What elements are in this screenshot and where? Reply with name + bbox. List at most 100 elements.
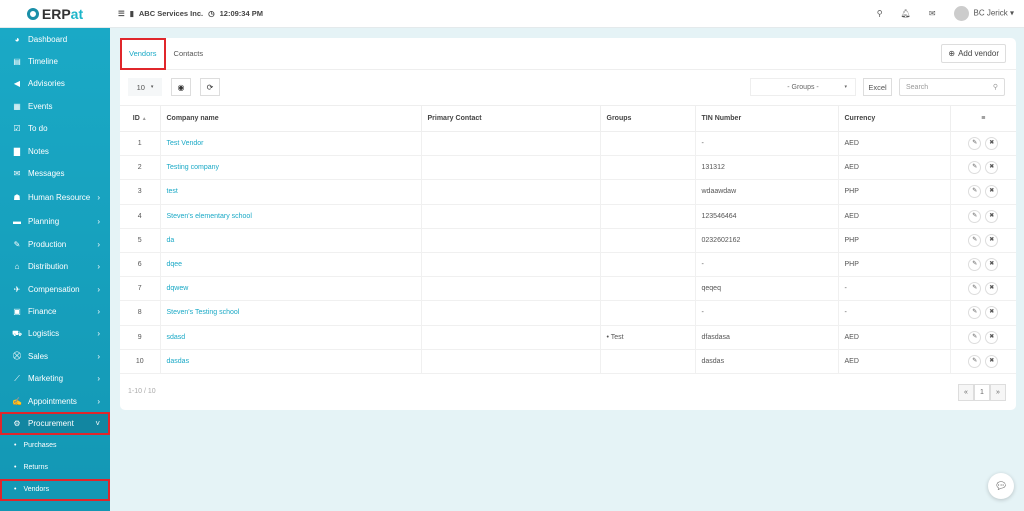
- refresh-button[interactable]: ⟳: [200, 78, 220, 96]
- cell-groups: • Test: [600, 325, 696, 350]
- sidebar-item-dashboard[interactable]: ◕ Dashboard: [0, 28, 110, 50]
- cell-company: Test Vendor: [160, 131, 422, 157]
- company-link[interactable]: test: [167, 188, 178, 195]
- sidebar-item-icon: ✈: [13, 284, 21, 294]
- sidebar-item-marketing[interactable]: ⟋ Marketing ›: [0, 367, 110, 389]
- company-link[interactable]: Steven's elementary school: [167, 213, 252, 220]
- user-menu[interactable]: BC Jerick ▾: [953, 6, 1014, 21]
- col-id[interactable]: ID ▲: [120, 105, 161, 132]
- sidebar-subitem-vendors[interactable]: • Vendors: [0, 478, 110, 501]
- tab-contacts[interactable]: Contacts: [166, 38, 212, 70]
- edit-icon[interactable]: ✎: [968, 233, 982, 247]
- sidebar-item-events[interactable]: ▦ Events: [0, 95, 110, 117]
- company-link[interactable]: dasdas: [167, 358, 190, 365]
- sidebar-item-finance[interactable]: ▣ Finance ›: [0, 300, 110, 322]
- col-tin[interactable]: TIN Number: [695, 105, 839, 132]
- add-vendor-button[interactable]: ⊕ Add vendor: [941, 44, 1006, 63]
- cell-groups: [600, 179, 696, 205]
- sidebar-item-icon: ⌂: [14, 262, 20, 272]
- edit-icon[interactable]: ✎: [968, 185, 982, 199]
- company-link[interactable]: dqwew: [167, 285, 189, 292]
- col-groups[interactable]: Groups: [600, 105, 696, 132]
- prev-page-button[interactable]: «: [958, 384, 974, 401]
- sidebar-subitem-returns[interactable]: • Returns: [0, 457, 110, 479]
- company-link[interactable]: da: [167, 237, 175, 244]
- cell-tin: 131312: [695, 155, 839, 181]
- cell-primary-contact: [421, 252, 601, 278]
- tab-vendors[interactable]: Vendors: [120, 37, 166, 70]
- delete-icon[interactable]: ✖: [985, 306, 999, 320]
- menu-icon[interactable]: ≡: [950, 105, 1016, 132]
- edit-icon[interactable]: ✎: [968, 354, 982, 368]
- table-info: 1-10 / 10: [128, 388, 156, 395]
- delete-icon[interactable]: ✖: [985, 137, 999, 151]
- edit-icon[interactable]: ✎: [968, 209, 982, 223]
- search-icon[interactable]: ⚲: [877, 9, 883, 18]
- edit-icon[interactable]: ✎: [968, 282, 982, 296]
- delete-icon[interactable]: ✖: [985, 161, 999, 175]
- sidebar-item-procurement[interactable]: ⚙ Procurement ˅: [0, 412, 110, 435]
- sidebar-item-to-do[interactable]: ☑ To do: [0, 118, 110, 140]
- logo[interactable]: ERP at: [0, 0, 110, 28]
- company-link[interactable]: Test Vendor: [167, 140, 204, 147]
- sidebar-item-icon: ▤: [13, 57, 21, 67]
- search-input[interactable]: Search ⚲: [899, 78, 1005, 96]
- excel-button[interactable]: Excel: [863, 78, 892, 96]
- chevron-icon: ›: [97, 351, 100, 361]
- edit-icon[interactable]: ✎: [968, 137, 982, 151]
- chat-button[interactable]: 💬︎: [988, 473, 1014, 499]
- delete-icon[interactable]: ✖: [985, 354, 999, 368]
- sidebar-item-compensation[interactable]: ✈ Compensation ›: [0, 278, 110, 300]
- cell-actions: ✎ ✖: [950, 228, 1016, 253]
- cell-primary-contact: [421, 155, 601, 181]
- sidebar-item-icon: ☑: [13, 124, 21, 134]
- cell-id: 9: [120, 325, 161, 350]
- delete-icon[interactable]: ✖: [985, 185, 999, 199]
- edit-icon[interactable]: ✎: [968, 258, 982, 272]
- cell-currency: AED: [838, 131, 951, 157]
- sidebar-item-appointments[interactable]: ✍ Appointments ›: [0, 390, 110, 412]
- delete-icon[interactable]: ✖: [985, 233, 999, 247]
- cell-primary-contact: [421, 228, 601, 253]
- col-company[interactable]: Company name: [160, 105, 422, 132]
- sidebar-item-human-resource[interactable]: ☗ Human Resource ›: [0, 185, 110, 211]
- sidebar-item-advisories[interactable]: ◀ Advisories: [0, 73, 110, 95]
- sidebar-item-logistics[interactable]: ⛟ Logistics ›: [0, 323, 110, 345]
- sidebar-item-notes[interactable]: ▇ Notes: [0, 140, 110, 162]
- cell-company: test: [160, 179, 422, 205]
- company-link[interactable]: sdasd: [167, 334, 186, 341]
- table-row: 8 Steven's Testing school - - ✎ ✖: [120, 300, 1016, 326]
- edit-icon[interactable]: ✎: [968, 306, 982, 320]
- edit-icon[interactable]: ✎: [968, 161, 982, 175]
- sidebar-item-planning[interactable]: ▬ Planning ›: [0, 211, 110, 233]
- sidebar-item-timeline[interactable]: ▤ Timeline: [0, 50, 110, 72]
- sidebar-item-messages[interactable]: ✉ Messages: [0, 162, 110, 184]
- sidebar-item-distribution[interactable]: ⌂ Distribution ›: [0, 256, 110, 278]
- cell-groups: [600, 228, 696, 253]
- cell-groups: [600, 155, 696, 181]
- page-1-button[interactable]: 1: [974, 384, 990, 401]
- delete-icon[interactable]: ✖: [985, 330, 999, 344]
- page-length-select[interactable]: 10 ▾: [128, 78, 162, 96]
- company-link[interactable]: Testing company: [167, 164, 220, 171]
- sidebar-item-sales[interactable]: ⛒ Sales ›: [0, 345, 110, 367]
- company-link[interactable]: dqee: [167, 261, 183, 268]
- sidebar-subitem-purchases[interactable]: • Purchases: [0, 435, 110, 457]
- bell-icon[interactable]: 🔔︎: [901, 9, 911, 18]
- cell-tin: -: [695, 252, 839, 278]
- col-currency[interactable]: Currency: [838, 105, 951, 132]
- col-primary-contact[interactable]: Primary Contact: [421, 105, 601, 132]
- menu-toggle-icon[interactable]: ☰: [118, 9, 125, 18]
- delete-icon[interactable]: ✖: [985, 209, 999, 223]
- next-page-button[interactable]: »: [990, 384, 1006, 401]
- sidebar-item-production[interactable]: ✎ Production ›: [0, 233, 110, 255]
- mail-icon[interactable]: ✉: [929, 9, 936, 18]
- edit-icon[interactable]: ✎: [968, 330, 982, 344]
- cell-id: 6: [120, 252, 161, 278]
- delete-icon[interactable]: ✖: [985, 282, 999, 296]
- sidebar-item-icon: ⛟: [12, 328, 23, 338]
- groups-select[interactable]: - Groups - ▾: [750, 78, 856, 96]
- column-visibility-button[interactable]: ◉: [171, 78, 191, 96]
- delete-icon[interactable]: ✖: [985, 258, 999, 272]
- company-link[interactable]: Steven's Testing school: [167, 309, 240, 316]
